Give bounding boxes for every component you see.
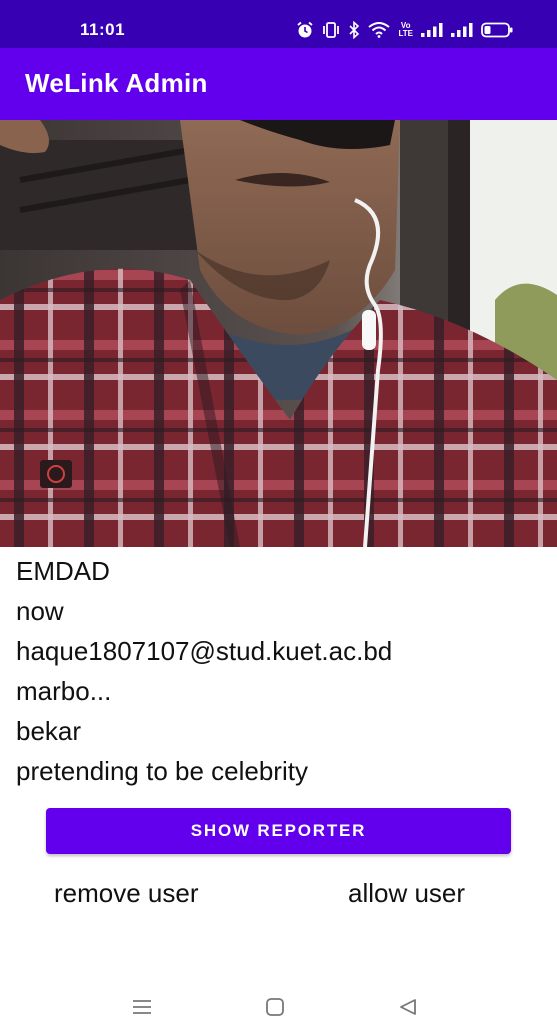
user-name: EMDAD (16, 556, 110, 586)
app-bar: WeLink Admin (0, 48, 557, 120)
volte-text-bottom: LTE (398, 29, 413, 38)
bluetooth-icon (348, 21, 360, 39)
alarm-icon (296, 21, 314, 39)
menu-icon[interactable] (129, 996, 155, 1018)
user-email: haque1807107@stud.kuet.ac.bd (16, 636, 393, 666)
app-title: WeLink Admin (25, 68, 208, 98)
back-icon[interactable] (395, 996, 421, 1018)
report-reason: pretending to be celebrity (16, 756, 308, 786)
profile-photo (0, 120, 557, 547)
status-bar: 11:01 Vo LTE (0, 0, 557, 48)
remove-user-button[interactable]: remove user (54, 878, 199, 909)
signal-icon (421, 21, 443, 39)
allow-user-button[interactable]: allow user (348, 878, 465, 909)
volte-icon: Vo LTE (398, 21, 413, 39)
user-status: marbo... (16, 676, 112, 706)
user-occupation: bekar (16, 716, 82, 746)
vibrate-icon (322, 21, 340, 39)
signal-icon (451, 21, 473, 39)
status-icons: Vo LTE (296, 20, 513, 40)
battery-icon (481, 21, 513, 39)
home-icon[interactable] (262, 996, 288, 1018)
show-reporter-button[interactable]: SHOW REPORTER (46, 808, 511, 854)
last-seen: now (16, 596, 64, 626)
wifi-icon (368, 21, 391, 39)
status-time: 11:01 (80, 20, 126, 39)
navigation-bar (0, 980, 557, 1035)
